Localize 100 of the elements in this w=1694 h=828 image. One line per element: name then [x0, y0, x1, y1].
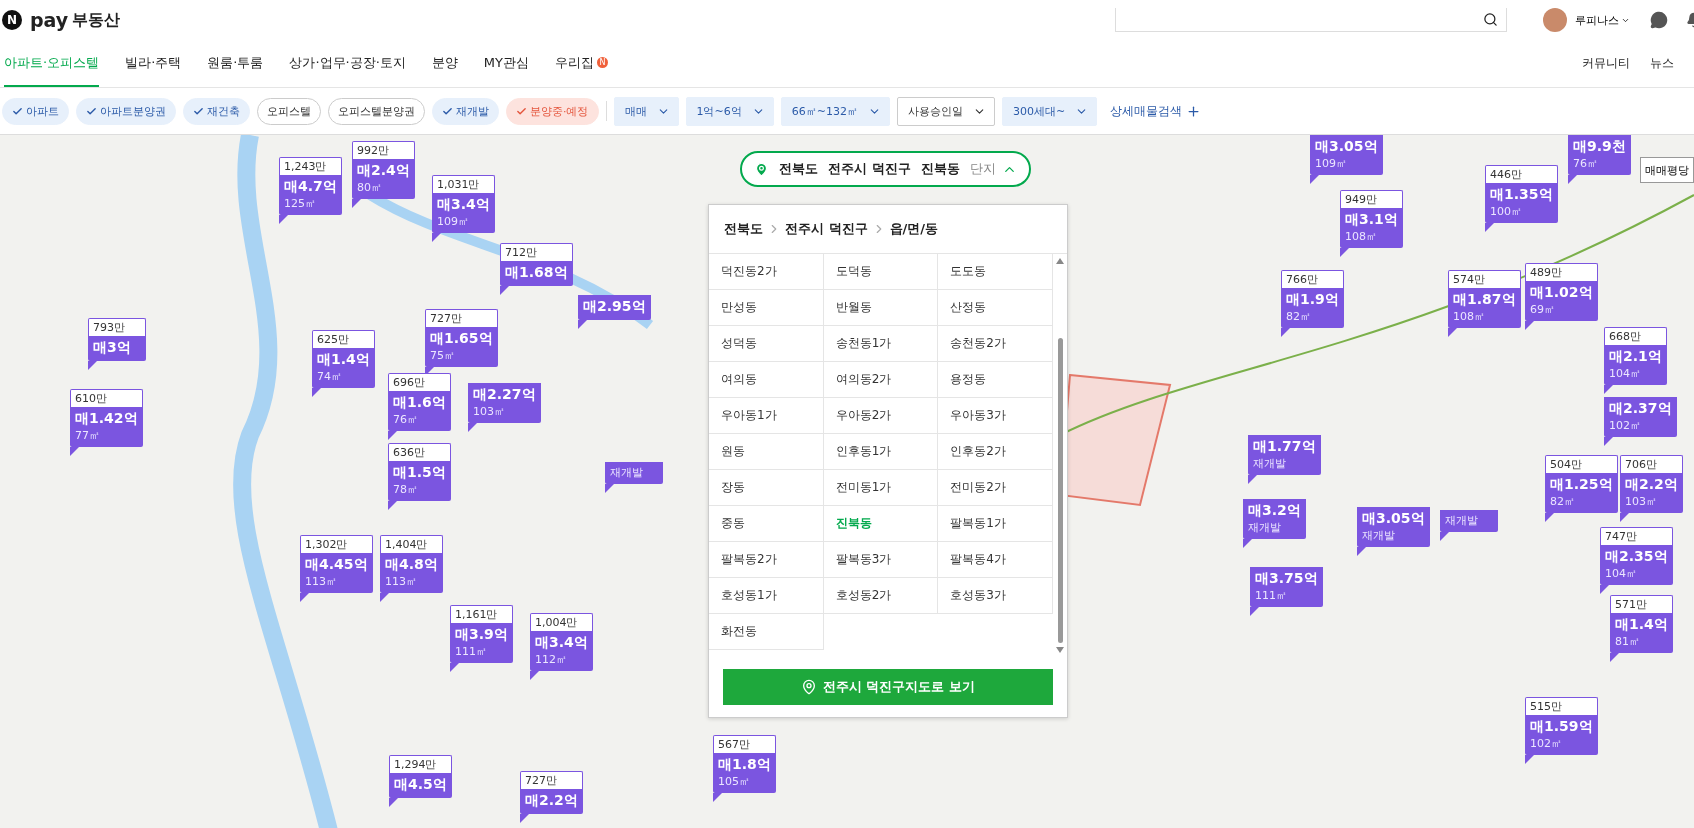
region-item[interactable]: 도도동 [938, 254, 1053, 290]
panel-crumb: 읍/면/동 [889, 220, 939, 238]
area-label: 81㎡ [1615, 634, 1641, 649]
nav-tab[interactable]: 분양 [431, 40, 458, 87]
filter-chip[interactable]: 아파트분양권 [76, 97, 176, 125]
area-label: 113㎡ [305, 574, 338, 589]
marker-tail [605, 484, 614, 493]
region-item[interactable]: 인후동2가 [938, 434, 1053, 470]
panel-crumb[interactable]: 전주시 덕진구 [785, 220, 868, 238]
area-label: 82㎡ [1286, 309, 1312, 324]
complex-toggle[interactable]: 단지 [969, 160, 1017, 178]
price-per-area: 992만 [352, 141, 415, 159]
area-label: 77㎡ [75, 428, 101, 443]
nav-link[interactable]: 커뮤니티 [1582, 55, 1630, 72]
price: 매1.42억 [75, 410, 138, 428]
area-label: 78㎡ [393, 482, 419, 497]
region-item[interactable]: 중동 [709, 506, 824, 542]
price: 매3.05억 [1315, 138, 1378, 156]
filter-chip[interactable]: 재개발 [432, 97, 499, 125]
filter-select[interactable]: 매매 [613, 96, 679, 126]
user-menu[interactable]: 루피나스 [1575, 12, 1630, 28]
region-item[interactable]: 호성동1가 [709, 578, 824, 614]
panel-crumb[interactable]: 전북도 [724, 220, 763, 238]
region-item[interactable]: 전미동1가 [823, 470, 939, 506]
region-item[interactable]: 우아동2가 [823, 398, 939, 434]
price: 매2.27억 [473, 386, 536, 404]
region-item[interactable]: 인후동1가 [823, 434, 939, 470]
marker-tail [1525, 321, 1534, 330]
nav-tab[interactable]: 우리집 N [555, 40, 608, 87]
price-per-area: 574만 [1448, 270, 1521, 288]
price: 매1.87억 [1453, 291, 1516, 309]
scrollbar-thumb[interactable] [1057, 338, 1063, 643]
region-item[interactable]: 호성동3가 [938, 578, 1053, 614]
price-per-area: 727만 [520, 771, 583, 789]
region-item[interactable]: 도덕동 [823, 254, 939, 290]
region-item[interactable]: 송천동1가 [823, 326, 939, 362]
region-item[interactable]: 여의동 [709, 362, 824, 398]
area-label: 108㎡ [1345, 229, 1378, 244]
area-label: 108㎡ [1453, 309, 1486, 324]
area-label: 76㎡ [1573, 156, 1599, 171]
price-per-area: 1,031만 [432, 175, 495, 193]
scroll-down-icon[interactable] [1056, 647, 1064, 653]
price-per-area: 793만 [88, 318, 146, 336]
marker-tail [300, 593, 309, 602]
filter-chip[interactable]: 오피스텔분양권 [328, 97, 425, 125]
location-crumb[interactable]: 진북동 [920, 160, 960, 178]
search-icon[interactable] [1483, 12, 1498, 27]
nav-link[interactable]: 뉴스 [1650, 55, 1674, 72]
location-crumb[interactable]: 전북도 [779, 160, 818, 178]
price-legend-button[interactable]: 매매평당 [1640, 157, 1694, 183]
region-item[interactable]: 화전동 [709, 614, 824, 650]
region-item[interactable]: 용정동 [938, 362, 1053, 398]
nav-tab[interactable]: 원룸·투룸 [207, 40, 264, 87]
filter-chip[interactable]: 오피스텔 [257, 97, 321, 125]
detail-search-link[interactable]: 상세매물검색 [1110, 102, 1202, 120]
filter-select[interactable]: 사용승인일 [896, 96, 995, 126]
area-label: 재개발 [610, 465, 644, 480]
filter-select[interactable]: 300세대~ [1001, 96, 1098, 126]
price-per-area: 712만 [500, 243, 573, 261]
region-item[interactable]: 팔복동1가 [938, 506, 1053, 542]
marker-tail [1568, 175, 1577, 184]
region-item[interactable]: 성덕동 [709, 326, 824, 362]
region-item[interactable]: 원동 [709, 434, 824, 470]
area-label: 104㎡ [1605, 566, 1638, 581]
scroll-up-icon[interactable] [1056, 258, 1064, 264]
region-item[interactable]: 우아동3가 [938, 398, 1053, 434]
area-label: 111㎡ [1255, 588, 1288, 603]
area-label: 재개발 [1253, 456, 1287, 471]
filter-chip[interactable]: 아파트 [2, 97, 69, 125]
region-item[interactable]: 팔복동4가 [938, 542, 1053, 578]
region-item[interactable]: 만성동 [709, 290, 824, 326]
nav-tab[interactable]: MY관심 [483, 40, 529, 87]
region-item[interactable]: 산정동 [938, 290, 1053, 326]
location-crumb[interactable]: 전주시 덕진구 [828, 160, 911, 178]
price-per-area: 747만 [1600, 527, 1673, 545]
price-per-area: 1,004만 [530, 613, 593, 631]
region-item[interactable]: 장동 [709, 470, 824, 506]
region-item[interactable]: 팔복동3가 [823, 542, 939, 578]
search-field[interactable] [1115, 8, 1507, 32]
region-item[interactable]: 팔복동2가 [709, 542, 824, 578]
price: 매1.8억 [718, 756, 771, 774]
chat-icon[interactable] [1650, 11, 1668, 29]
price-per-area: 668만 [1604, 327, 1667, 345]
area-label: 104㎡ [1609, 366, 1642, 381]
marker-tail [1248, 475, 1257, 484]
nav-tab[interactable]: 빌라·주택 [125, 40, 182, 87]
region-item[interactable]: 반월동 [823, 290, 939, 326]
region-item[interactable]: 덕진동2가 [709, 254, 824, 290]
price: 매4.45억 [305, 556, 368, 574]
filter-select[interactable]: 1억~6억 [685, 96, 774, 126]
nav-tab[interactable]: 상가·업무·공장·토지 [289, 40, 406, 87]
region-item[interactable]: 송천동2가 [938, 326, 1053, 362]
region-item[interactable]: 호성동2가 [823, 578, 939, 614]
price-per-area: 696만 [388, 373, 451, 391]
filter-chip[interactable]: 재건축 [183, 97, 250, 125]
price: 매2.95억 [583, 298, 646, 316]
region-item[interactable]: 전미동2가 [938, 470, 1053, 506]
filter-select[interactable]: 66㎡~132㎡ [780, 96, 890, 126]
region-item[interactable]: 우아동1가 [709, 398, 824, 434]
region-item[interactable]: 여의동2가 [823, 362, 939, 398]
